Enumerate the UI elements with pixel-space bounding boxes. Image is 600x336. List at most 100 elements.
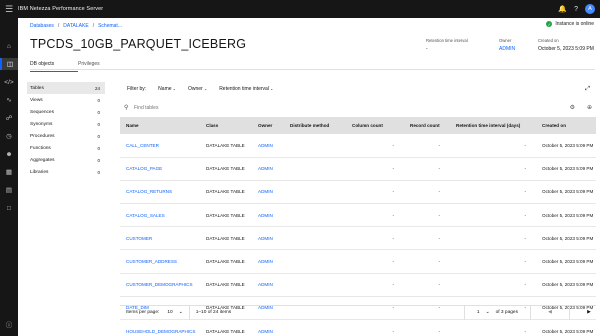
pagination: Items per page: 10 ⌄ 1–10 of 24 items 1 … xyxy=(120,305,596,320)
cell-column-count: - xyxy=(346,226,404,251)
menu-icon[interactable]: ☰ xyxy=(0,0,18,18)
search-input[interactable] xyxy=(134,104,434,111)
tab-privileges[interactable]: Privileges xyxy=(78,59,126,72)
object-type-count: 0 xyxy=(97,97,100,103)
table-row[interactable]: CATALOG_PAGE DATALAKE TABLE ADMIN - - - Octobe… xyxy=(120,157,596,181)
cell-distribute-method xyxy=(284,273,346,297)
column-header-created-on[interactable]: Created on xyxy=(536,117,596,134)
table-row[interactable]: CUSTOMER DATALAKE TABLE ADMIN - - - October 5,… xyxy=(120,226,596,251)
cell-owner[interactable]: ADMIN xyxy=(252,157,284,181)
items-per-page-select[interactable]: 10 xyxy=(167,310,172,315)
meta-created: Created on October 5, 2023 5:09 PM xyxy=(538,38,594,52)
object-type-aggregates[interactable]: Aggregates 0 xyxy=(27,154,105,166)
table-row[interactable]: CUSTOMER_ADDRESS DATALAKE TABLE ADMIN - - - Oc… xyxy=(120,249,596,274)
cell-name[interactable]: CALL_CENTER xyxy=(120,134,200,158)
clipboard-icon[interactable]: □ xyxy=(0,202,18,214)
settings-icon[interactable]: ⚙ xyxy=(570,104,575,111)
breadcrumb-schema[interactable]: Schemat... xyxy=(98,23,122,29)
column-header-retention[interactable]: Retention time interval (days) xyxy=(450,117,536,134)
object-type-label: Libraries xyxy=(30,169,49,175)
column-header-name[interactable]: Name xyxy=(120,117,200,134)
network-icon[interactable]: ☍ xyxy=(0,112,18,124)
items-range: 1–10 of 24 items xyxy=(195,310,232,315)
activity-icon[interactable]: ∿ xyxy=(0,94,18,106)
avatar[interactable]: A xyxy=(585,4,595,14)
object-type-synonyms[interactable]: Synonyms 0 xyxy=(27,118,105,130)
next-page-icon[interactable]: ▶ xyxy=(582,310,596,315)
object-type-procedures[interactable]: Procedures 0 xyxy=(27,130,105,142)
cell-name[interactable]: CATALOG_RETURNS xyxy=(120,180,200,205)
breadcrumb-separator: / xyxy=(57,23,60,29)
code-icon[interactable]: </> xyxy=(0,76,18,88)
column-header-distribute-method[interactable]: Distribute method xyxy=(284,117,346,134)
cell-owner[interactable]: ADMIN xyxy=(252,319,284,336)
previous-page-icon[interactable]: ◀ xyxy=(543,310,557,315)
filter-owner-dropdown[interactable]: Owner xyxy=(188,86,207,92)
cell-owner[interactable]: ADMIN xyxy=(252,180,284,205)
cell-owner[interactable]: ADMIN xyxy=(252,273,284,297)
help-icon[interactable]: ⓘ xyxy=(0,318,18,330)
users-icon[interactable]: ☻ xyxy=(0,148,18,160)
chevron-down-icon[interactable]: ⌄ xyxy=(179,310,183,315)
cell-record-count: - xyxy=(404,273,450,297)
notification-icon[interactable]: 🔔 xyxy=(558,5,567,13)
expand-icon[interactable]: ⤢ xyxy=(585,86,590,93)
table-icon[interactable]: ▦ xyxy=(0,166,18,178)
cell-name[interactable]: HOUSEHOLD_DEMOGRAPHICS xyxy=(120,319,200,336)
help-icon[interactable]: ? xyxy=(574,6,578,13)
table-row[interactable]: CATALOG_RETURNS DATALAKE TABLE ADMIN - - - Oct… xyxy=(120,180,596,205)
object-type-count: 0 xyxy=(97,133,100,139)
query-icon[interactable]: ◷ xyxy=(0,130,18,142)
cell-name[interactable]: CATALOG_SALES xyxy=(120,203,200,228)
cell-name[interactable]: CATALOG_PAGE xyxy=(120,157,200,181)
cell-name[interactable]: CUSTOMER_ADDRESS xyxy=(120,249,200,274)
cell-owner[interactable]: ADMIN xyxy=(252,249,284,274)
database-icon[interactable]: ◫ xyxy=(0,58,18,70)
table-row[interactable]: HOUSEHOLD_DEMOGRAPHICS DATALAKE TABLE ADMI… xyxy=(120,319,596,336)
column-header-record-count[interactable]: Record count xyxy=(404,117,450,134)
page-select[interactable]: 1 xyxy=(477,310,480,315)
table-tools: ⚙ ⊕ xyxy=(570,104,592,111)
cell-name[interactable]: CUSTOMER_DEMOGRAPHICS xyxy=(120,273,200,297)
table-row[interactable]: CUSTOMER_DEMOGRAPHICS DATALAKE TABLE ADMIN… xyxy=(120,273,596,297)
cell-owner[interactable]: ADMIN xyxy=(252,226,284,251)
search-icon: ⚲ xyxy=(124,105,129,111)
top-header: ☰ IBM Netezza Performance Server 🔔 ? A xyxy=(0,0,600,18)
cell-owner[interactable]: ADMIN xyxy=(252,134,284,158)
object-type-tables[interactable]: Tables 24 xyxy=(27,82,105,94)
object-type-functions[interactable]: Functions 0 xyxy=(27,142,105,154)
column-header-owner[interactable]: Owner xyxy=(252,117,284,134)
tables-table: Name Class Owner Distribute method Colum… xyxy=(120,117,596,336)
filter-retention-dropdown[interactable]: Retention time interval xyxy=(219,86,273,92)
object-type-label: Tables xyxy=(30,85,44,91)
chevron-down-icon[interactable]: ⌄ xyxy=(486,310,490,315)
breadcrumb-separator: / xyxy=(92,23,95,29)
object-type-libraries[interactable]: Libraries 0 xyxy=(27,166,105,178)
object-type-sequences[interactable]: Sequences 0 xyxy=(27,106,105,118)
breadcrumb: Databases / DATALAKE / Schemat... xyxy=(30,23,122,29)
header-actions: 🔔 ? A xyxy=(558,4,600,14)
filter-name-dropdown[interactable]: Name xyxy=(158,86,176,92)
object-type-label: Functions xyxy=(30,145,51,151)
cell-class: DATALAKE TABLE xyxy=(200,134,252,158)
home-icon[interactable]: ⌂ xyxy=(0,40,18,52)
add-icon[interactable]: ⊕ xyxy=(587,104,592,111)
storage-icon[interactable]: ▤ xyxy=(0,184,18,196)
product-name: IBM Netezza Performance Server xyxy=(18,6,104,12)
cell-class: DATALAKE TABLE xyxy=(200,226,252,251)
meta-owner-value[interactable]: ADMIN xyxy=(499,46,515,52)
cell-class: DATALAKE TABLE xyxy=(200,180,252,205)
table-row[interactable]: CATALOG_SALES DATALAKE TABLE ADMIN - - - Octob… xyxy=(120,203,596,228)
cell-name[interactable]: CUSTOMER xyxy=(120,226,200,251)
cell-retention: - xyxy=(450,157,536,181)
column-header-column-count[interactable]: Column count xyxy=(346,117,404,134)
breadcrumb-databases[interactable]: Databases xyxy=(30,23,54,29)
table-row[interactable]: CALL_CENTER DATALAKE TABLE ADMIN - - - October… xyxy=(120,134,596,158)
cell-record-count: - xyxy=(404,249,450,274)
cell-record-count: - xyxy=(404,134,450,158)
cell-owner[interactable]: ADMIN xyxy=(252,203,284,228)
object-type-views[interactable]: Views 0 xyxy=(27,94,105,106)
breadcrumb-datalake[interactable]: DATALAKE xyxy=(63,23,88,29)
column-header-class[interactable]: Class xyxy=(200,117,252,134)
tab-db-objects[interactable]: DB objects xyxy=(30,59,78,72)
